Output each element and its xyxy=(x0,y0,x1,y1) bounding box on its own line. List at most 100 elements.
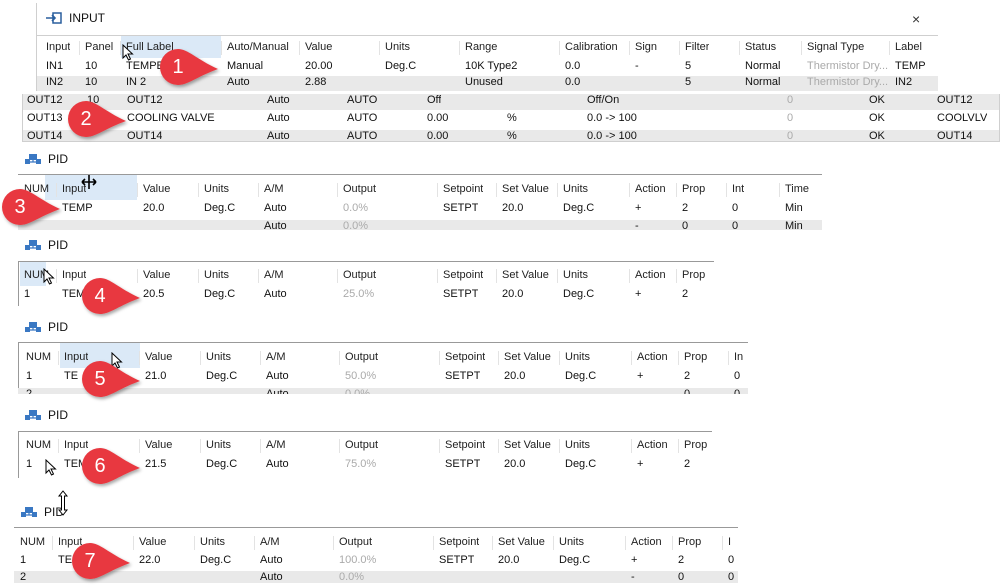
cell[interactable]: Auto xyxy=(266,370,289,382)
column-header[interactable]: Prop xyxy=(682,269,705,281)
column-header[interactable]: I xyxy=(728,536,731,548)
column-separator[interactable] xyxy=(557,269,558,283)
column-separator[interactable] xyxy=(52,536,53,550)
column-separator[interactable] xyxy=(437,269,438,283)
column-separator[interactable] xyxy=(672,536,673,550)
column-separator[interactable] xyxy=(728,351,729,365)
column-header[interactable]: Set Value xyxy=(504,351,551,363)
cell[interactable]: Off xyxy=(427,94,441,106)
cell[interactable]: 10 xyxy=(85,60,97,72)
column-header[interactable]: Units xyxy=(204,183,229,195)
column-separator[interactable] xyxy=(333,536,334,550)
column-separator[interactable] xyxy=(678,439,679,453)
cell[interactable]: Thermistor Dry... xyxy=(807,76,888,88)
cell[interactable]: 0 xyxy=(732,202,738,214)
column-header[interactable]: Set Value xyxy=(504,439,551,451)
column-separator[interactable] xyxy=(299,41,300,55)
cell[interactable]: 0.0% xyxy=(345,388,370,394)
column-header[interactable]: Value xyxy=(143,183,170,195)
column-header[interactable]: Output xyxy=(345,351,378,363)
column-header[interactable]: Units xyxy=(563,183,588,195)
cell[interactable]: 0.0 xyxy=(565,60,580,72)
cell[interactable]: 5 xyxy=(685,76,691,88)
column-header[interactable]: Panel xyxy=(85,41,113,53)
cell[interactable]: 5 xyxy=(685,60,691,72)
cell[interactable]: OK xyxy=(869,94,885,106)
cell[interactable]: 2 xyxy=(684,370,690,382)
cell[interactable]: 0.0% xyxy=(343,220,368,230)
cell[interactable]: 20.0 xyxy=(504,458,525,470)
cell[interactable]: AUTO xyxy=(347,94,377,106)
column-header[interactable]: Units xyxy=(206,439,231,451)
column-separator[interactable] xyxy=(79,41,80,55)
cell[interactable]: 75.0% xyxy=(345,458,376,470)
column-header[interactable]: Output xyxy=(343,269,376,281)
cell[interactable]: 0 xyxy=(728,554,734,566)
column-header[interactable]: NUM xyxy=(26,351,51,363)
cell[interactable]: TE xyxy=(64,370,78,382)
cell[interactable]: Min xyxy=(785,202,803,214)
cell[interactable]: Deg.C xyxy=(565,370,596,382)
column-header[interactable]: NUM xyxy=(20,536,45,548)
cell[interactable]: 2 xyxy=(678,554,684,566)
cell[interactable]: Deg.C xyxy=(206,370,237,382)
cell[interactable]: 0 xyxy=(734,388,740,394)
cell[interactable]: 1 xyxy=(24,288,30,300)
column-separator[interactable] xyxy=(889,41,890,55)
column-header[interactable]: Output xyxy=(345,439,378,451)
column-header[interactable]: Setpoint xyxy=(445,439,485,451)
cell[interactable]: TEMP xyxy=(895,60,926,72)
column-header[interactable]: Input xyxy=(46,41,70,53)
cell[interactable]: IN2 xyxy=(46,76,63,88)
cell[interactable]: TEMP xyxy=(62,202,93,214)
cell[interactable]: 0.0% xyxy=(339,571,364,583)
column-separator[interactable] xyxy=(801,41,802,55)
column-header[interactable]: Value xyxy=(143,269,170,281)
column-separator[interactable] xyxy=(58,439,59,453)
cell[interactable]: 2 xyxy=(20,571,26,583)
column-header[interactable]: Action xyxy=(637,351,668,363)
cell[interactable]: Normal xyxy=(745,76,780,88)
cell[interactable]: 0 xyxy=(728,571,734,583)
column-separator[interactable] xyxy=(198,269,199,283)
pid-row-1[interactable]: TEMP 20.0 Deg.C Auto 0.0% SETPT 20.0 Deg.C +2 0 Mi… xyxy=(18,202,822,218)
cell[interactable]: 0.00 xyxy=(427,112,448,124)
cell[interactable]: 20.0 xyxy=(502,202,523,214)
column-separator[interactable] xyxy=(258,269,259,283)
cell[interactable]: 1 xyxy=(20,554,26,566)
column-header[interactable]: Setpoint xyxy=(445,351,485,363)
column-header[interactable]: Action xyxy=(635,183,666,195)
column-header[interactable]: Status xyxy=(745,41,776,53)
cell[interactable]: 21.5 xyxy=(145,458,166,470)
column-separator[interactable] xyxy=(625,536,626,550)
cell[interactable]: - xyxy=(631,571,635,583)
cell[interactable]: OUT14 xyxy=(937,130,972,141)
column-header[interactable]: Prop xyxy=(682,183,705,195)
cell[interactable]: Auto xyxy=(227,76,250,88)
column-separator[interactable] xyxy=(557,183,558,197)
cell[interactable]: 2 xyxy=(26,388,32,394)
cell[interactable]: 10 xyxy=(85,76,97,88)
cell[interactable]: IN2 xyxy=(895,76,912,88)
column-separator[interactable] xyxy=(198,183,199,197)
column-separator[interactable] xyxy=(439,351,440,365)
cell[interactable]: Deg.C xyxy=(565,458,596,470)
column-separator[interactable] xyxy=(260,351,261,365)
cell[interactable]: OK xyxy=(869,112,885,124)
cell[interactable]: Deg.C xyxy=(563,288,594,300)
cell[interactable]: 0.0 -> 100 xyxy=(587,112,637,124)
column-separator[interactable] xyxy=(739,41,740,55)
cell[interactable]: Auto xyxy=(266,458,289,470)
cell[interactable]: 20.00 xyxy=(305,60,333,72)
cell[interactable]: IN1 xyxy=(46,60,63,72)
column-separator[interactable] xyxy=(726,183,727,197)
cell[interactable]: 2 xyxy=(682,202,688,214)
cell[interactable]: OK xyxy=(869,130,885,141)
cell[interactable]: OUT14 xyxy=(27,130,62,141)
cell[interactable]: 0.00 xyxy=(427,130,448,141)
column-header[interactable]: Value xyxy=(305,41,332,53)
cell[interactable]: Unused xyxy=(465,76,503,88)
column-header[interactable]: Prop xyxy=(684,439,707,451)
column-separator[interactable] xyxy=(676,269,677,283)
cell[interactable]: 50.0% xyxy=(345,370,376,382)
